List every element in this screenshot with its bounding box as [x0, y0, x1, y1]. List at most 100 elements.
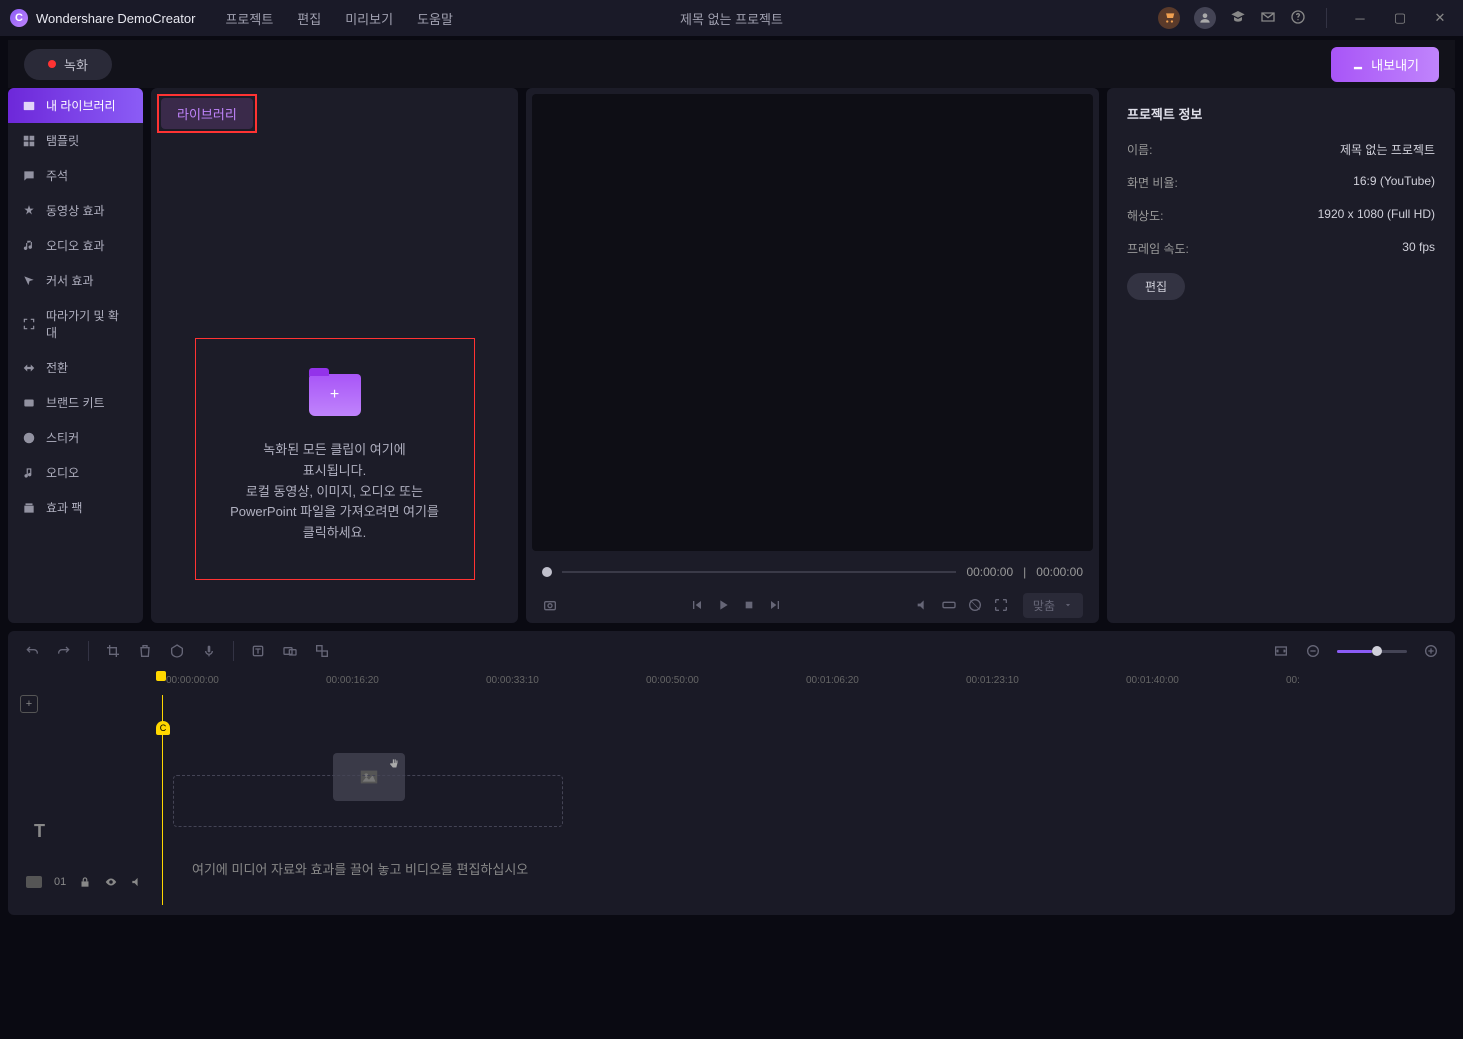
delete-button[interactable]	[137, 643, 153, 659]
info-name-label: 이름:	[1127, 141, 1152, 158]
menu-preview[interactable]: 미리보기	[345, 9, 393, 28]
marker-button[interactable]	[169, 643, 185, 659]
safe-zone-icon[interactable]	[967, 597, 983, 613]
mute-icon[interactable]	[130, 875, 144, 889]
edit-info-button[interactable]: 편집	[1127, 273, 1185, 300]
timeline[interactable]: 00:00:00:00 00:00:16:20 00:00:33:10 00:0…	[8, 671, 1455, 915]
fullscreen-icon[interactable]	[993, 597, 1009, 613]
seek-handle-icon[interactable]	[542, 567, 552, 577]
menu-edit[interactable]: 편집	[297, 9, 321, 28]
sparkle-icon	[22, 204, 36, 218]
marker-icon[interactable]: C	[156, 721, 170, 735]
sidebar-item-audio[interactable]: 오디오	[8, 455, 143, 490]
voiceover-button[interactable]	[201, 643, 217, 659]
zoom-out-button[interactable]	[1305, 643, 1321, 659]
timeline-tracks[interactable]: + C T 여기에 미디어 자료와 효과를 끌어 놓고 비디오를 편집하십시오 …	[8, 695, 1455, 905]
group-button[interactable]	[314, 643, 330, 659]
user-icon[interactable]	[1194, 7, 1216, 29]
film-icon	[22, 99, 36, 113]
library-dropzone[interactable]: 녹화된 모든 클립이 여기에 표시됩니다. 로컬 동영상, 이미지, 오디오 또…	[195, 338, 475, 580]
zoom-in-button[interactable]	[1423, 643, 1439, 659]
dropzone-text: 녹화된 모든 클립이 여기에 표시됩니다. 로컬 동영상, 이미지, 오디오 또…	[230, 440, 439, 544]
library-tab[interactable]: 라이브러리	[161, 98, 253, 129]
chat-icon	[22, 169, 36, 183]
library-panel: 라이브러리 녹화된 모든 클립이 여기에 표시됩니다. 로컬 동영상, 이미지,…	[151, 88, 518, 623]
zoom-slider[interactable]	[1337, 650, 1407, 653]
info-fps-label: 프레임 속도:	[1127, 240, 1189, 257]
sidebar-item-brand-kit[interactable]: 브랜드 키트	[8, 385, 143, 420]
record-button[interactable]: 녹화	[24, 49, 112, 80]
playhead-flag-icon[interactable]	[156, 671, 166, 681]
text-button[interactable]	[250, 643, 266, 659]
cart-icon[interactable]	[1158, 7, 1180, 29]
project-info-panel: 프로젝트 정보 이름:제목 없는 프로젝트 화면 비율:16:9 (YouTub…	[1107, 88, 1455, 623]
sidebar-item-label: 동영상 효과	[46, 202, 105, 219]
lock-icon[interactable]	[78, 875, 92, 889]
export-icon	[1351, 57, 1365, 71]
undo-button[interactable]	[24, 643, 40, 659]
prev-button[interactable]	[689, 597, 705, 613]
seek-track[interactable]	[562, 571, 956, 573]
sidebar-item-label: 오디오 효과	[46, 237, 105, 254]
export-button[interactable]: 내보내기	[1331, 47, 1439, 82]
close-button[interactable]: ✕	[1427, 5, 1453, 31]
play-button[interactable]	[715, 597, 731, 613]
maximize-button[interactable]: ▢	[1387, 5, 1413, 31]
sidebar-item-label: 오디오	[46, 464, 79, 481]
sidebar-item-label: 브랜드 키트	[46, 394, 105, 411]
info-aspect-value: 16:9 (YouTube)	[1353, 174, 1435, 191]
academy-icon[interactable]	[1230, 9, 1246, 28]
ruler-mark: 00:	[1286, 675, 1300, 686]
fit-select[interactable]: 맞춤	[1023, 593, 1083, 618]
box-icon	[22, 396, 36, 410]
sidebar-item-template[interactable]: 탬플릿	[8, 123, 143, 158]
note-icon	[22, 466, 36, 480]
help-icon[interactable]	[1290, 9, 1306, 28]
eye-icon[interactable]	[104, 875, 118, 889]
menu-project[interactable]: 프로젝트	[225, 9, 273, 28]
sidebar-item-my-library[interactable]: 내 라이브러리	[8, 88, 143, 123]
sidebar-item-effect-pack[interactable]: 효과 팩	[8, 490, 143, 525]
export-label: 내보내기	[1371, 55, 1419, 74]
sidebar-item-sticker[interactable]: 스티커	[8, 420, 143, 455]
preview-canvas[interactable]	[532, 94, 1093, 551]
sidebar-item-follow-zoom[interactable]: 따라가기 및 확대	[8, 298, 143, 350]
add-track-button[interactable]: +	[20, 695, 38, 713]
track-controls: 01	[26, 875, 144, 889]
text-track-icon: T	[34, 821, 45, 842]
minimize-button[interactable]: ─	[1347, 5, 1373, 31]
fit-label: 맞춤	[1033, 597, 1055, 614]
sidebar: 내 라이브러리 탬플릿 주석 동영상 효과 오디오 효과 커서 효과 따라가기 …	[8, 88, 143, 623]
stop-button[interactable]	[741, 597, 757, 613]
library-tab-highlight: 라이브러리	[157, 94, 257, 133]
music-icon	[22, 239, 36, 253]
chevron-down-icon	[1063, 600, 1073, 610]
sidebar-item-annotation[interactable]: 주석	[8, 158, 143, 193]
sidebar-item-video-effect[interactable]: 동영상 효과	[8, 193, 143, 228]
pack-icon	[22, 501, 36, 515]
fit-timeline-button[interactable]	[1273, 643, 1289, 659]
ruler-mark: 00:00:33:10	[486, 675, 539, 686]
timeline-ruler[interactable]: 00:00:00:00 00:00:16:20 00:00:33:10 00:0…	[8, 671, 1455, 695]
next-button[interactable]	[767, 597, 783, 613]
caption-button[interactable]	[282, 643, 298, 659]
info-res-value: 1920 x 1080 (Full HD)	[1318, 207, 1435, 224]
folder-plus-icon	[309, 374, 361, 416]
quality-icon[interactable]	[941, 597, 957, 613]
redo-button[interactable]	[56, 643, 72, 659]
sidebar-item-cursor-effect[interactable]: 커서 효과	[8, 263, 143, 298]
sidebar-item-audio-effect[interactable]: 오디오 효과	[8, 228, 143, 263]
volume-icon[interactable]	[915, 597, 931, 613]
crop-button[interactable]	[105, 643, 121, 659]
info-title: 프로젝트 정보	[1127, 104, 1435, 123]
divider	[233, 641, 234, 661]
ruler-mark: 00:00:16:20	[326, 675, 379, 686]
sidebar-item-transition[interactable]: 전환	[8, 350, 143, 385]
mail-icon[interactable]	[1260, 9, 1276, 28]
transition-icon	[22, 361, 36, 375]
menu-help[interactable]: 도움말	[417, 9, 453, 28]
timeline-drop-area[interactable]	[173, 775, 563, 827]
camera-icon[interactable]	[542, 597, 558, 613]
preview-seek[interactable]: 00:00:00 | 00:00:00	[526, 557, 1099, 587]
preview-controls: 맞춤	[526, 587, 1099, 623]
